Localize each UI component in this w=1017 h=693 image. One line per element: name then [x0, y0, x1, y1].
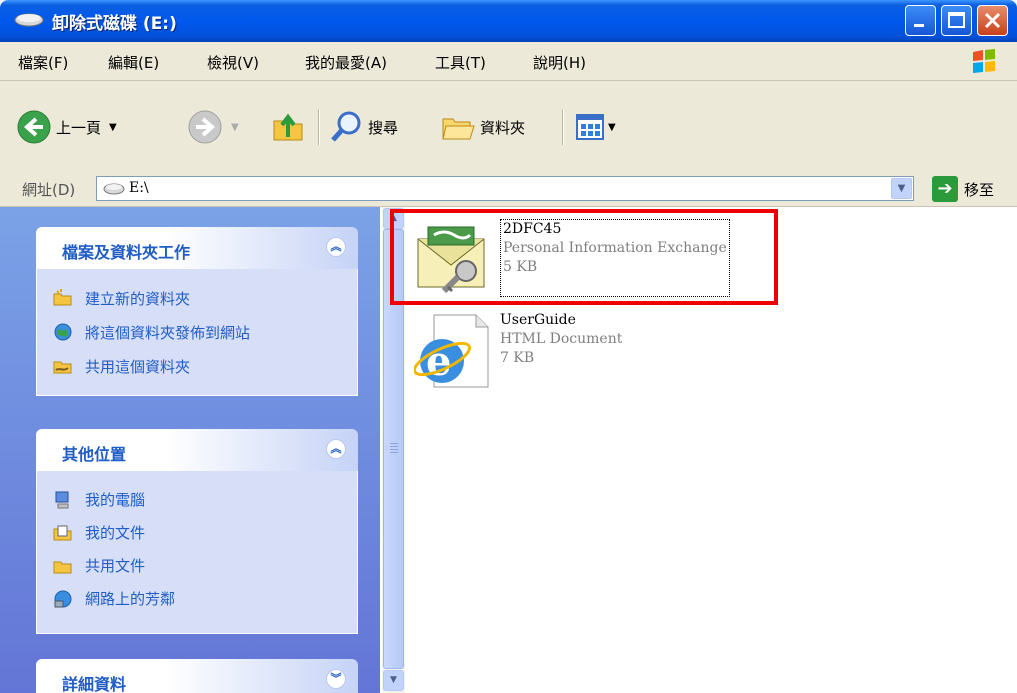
- go-button[interactable]: ➔ 移至: [932, 176, 994, 202]
- go-label: 移至: [964, 180, 995, 199]
- file-item-userguide[interactable]: e UserGuide HTML Document 7 KB: [414, 311, 622, 389]
- menu-bar: 檔案(F) 編輯(E) 檢視(V) 我的最愛(A) 工具(T) 說明(H): [0, 42, 1017, 81]
- window-title: 卸除式磁碟 (E:): [52, 14, 177, 34]
- back-icon: [17, 110, 51, 144]
- publish-web-icon: [54, 323, 72, 341]
- my-computer-icon: [55, 491, 69, 508]
- menu-view[interactable]: 檢視(V): [207, 52, 259, 73]
- go-arrow-icon: ➔: [932, 176, 958, 202]
- task-pane: 檔案及資料夾工作 ︽ 建立新的資料夾 將這個資料夾發佈到網站 共用這個資料夾 其…: [0, 207, 380, 693]
- shared-documents-icon: [53, 561, 72, 573]
- other-places-panel: 其他位置 ︽ 我的電腦 我的文件 共用文件 網路上的芳鄰: [36, 429, 358, 634]
- views-icon: [576, 114, 604, 140]
- ie-html-icon: e: [414, 314, 489, 388]
- highlight-box: [390, 209, 778, 305]
- forward-button[interactable]: ▼: [187, 103, 239, 151]
- collapse-chevron-icon[interactable]: ︽: [326, 439, 346, 459]
- task-publish-web[interactable]: 將這個資料夾發佈到網站: [37, 315, 357, 349]
- file-size: 7 KB: [500, 350, 535, 366]
- search-icon: [331, 111, 361, 142]
- my-documents-icon: [53, 525, 72, 540]
- address-value: E:\: [129, 180, 149, 196]
- title-bar[interactable]: 卸除式磁碟 (E:): [0, 0, 1017, 42]
- place-label: 網路上的芳鄰: [85, 590, 176, 608]
- folders-button[interactable]: 資料夾: [440, 103, 525, 151]
- views-dropdown-icon[interactable]: ▼: [608, 122, 616, 133]
- address-input[interactable]: E:\ ▼: [96, 176, 914, 201]
- toolbar: 上一頁 ▼ ▼ 搜尋 資料夾 ▼: [0, 81, 1017, 178]
- details-header[interactable]: 詳細資料 ︾: [36, 659, 358, 693]
- search-button[interactable]: 搜尋: [328, 103, 398, 151]
- task-new-folder[interactable]: 建立新的資料夾: [37, 281, 357, 315]
- up-button[interactable]: [270, 103, 306, 151]
- task-label: 建立新的資料夾: [85, 289, 191, 308]
- search-label: 搜尋: [368, 118, 399, 137]
- place-my-documents[interactable]: 我的文件: [37, 516, 357, 549]
- menu-edit[interactable]: 編輯(E): [108, 52, 159, 73]
- file-tasks-panel: 檔案及資料夾工作 ︽ 建立新的資料夾 將這個資料夾發佈到網站 共用這個資料夾: [36, 227, 358, 396]
- address-bar: 網址(D) E:\ ▼ ➔ 移至: [0, 172, 1017, 207]
- menu-file[interactable]: 檔案(F): [18, 52, 68, 73]
- back-label: 上一頁: [56, 118, 102, 137]
- address-dropdown-button[interactable]: ▼: [891, 178, 912, 199]
- close-icon: [984, 12, 1001, 29]
- address-label: 網址(D): [22, 181, 76, 199]
- maximize-icon: [948, 12, 965, 28]
- expand-chevron-icon[interactable]: ︾: [326, 669, 346, 689]
- details-panel: 詳細資料 ︾: [36, 659, 358, 693]
- place-network[interactable]: 網路上的芳鄰: [37, 582, 357, 615]
- place-label: 共用文件: [85, 557, 146, 575]
- menu-tools[interactable]: 工具(T): [435, 52, 486, 73]
- place-label: 我的文件: [85, 524, 146, 542]
- details-title: 詳細資料: [62, 675, 127, 693]
- task-share-folder[interactable]: 共用這個資料夾: [37, 349, 357, 383]
- file-type: HTML Document: [500, 331, 623, 347]
- close-button[interactable]: [977, 5, 1008, 36]
- maximize-button[interactable]: [941, 5, 972, 36]
- file-tasks-header[interactable]: 檔案及資料夾工作 ︽: [36, 227, 358, 269]
- back-dropdown-icon[interactable]: ▼: [109, 122, 117, 133]
- new-folder-icon: [53, 289, 72, 306]
- share-folder-icon: [53, 361, 72, 374]
- menu-favorites[interactable]: 我的最愛(A): [305, 52, 387, 73]
- network-places-icon: [54, 590, 72, 607]
- views-button[interactable]: ▼: [574, 103, 616, 151]
- other-places-header[interactable]: 其他位置 ︽: [36, 429, 358, 471]
- forward-icon: [188, 110, 222, 144]
- task-label: 共用這個資料夾: [85, 357, 191, 376]
- back-button[interactable]: 上一頁 ▼: [16, 103, 117, 151]
- file-name: UserGuide: [500, 312, 576, 328]
- place-label: 我的電腦: [85, 491, 146, 509]
- menu-help[interactable]: 說明(H): [533, 52, 586, 73]
- up-folder-icon: [273, 113, 303, 141]
- forward-dropdown-icon[interactable]: ▼: [231, 122, 239, 133]
- other-places-title: 其他位置: [62, 445, 127, 464]
- drive-icon: [103, 183, 125, 195]
- folders-label: 資料夾: [480, 118, 526, 137]
- minimize-button[interactable]: [905, 5, 936, 36]
- windows-logo-icon: [973, 49, 995, 73]
- task-label: 將這個資料夾發佈到網站: [85, 323, 251, 342]
- folders-icon: [442, 118, 475, 140]
- place-shared-documents[interactable]: 共用文件: [37, 549, 357, 582]
- collapse-chevron-icon[interactable]: ︽: [326, 237, 346, 257]
- file-tasks-title: 檔案及資料夾工作: [62, 243, 191, 262]
- scroll-down-button[interactable]: ▼: [383, 670, 404, 691]
- place-my-computer[interactable]: 我的電腦: [37, 483, 357, 516]
- minimize-icon: [914, 24, 924, 27]
- drive-icon: [14, 13, 44, 27]
